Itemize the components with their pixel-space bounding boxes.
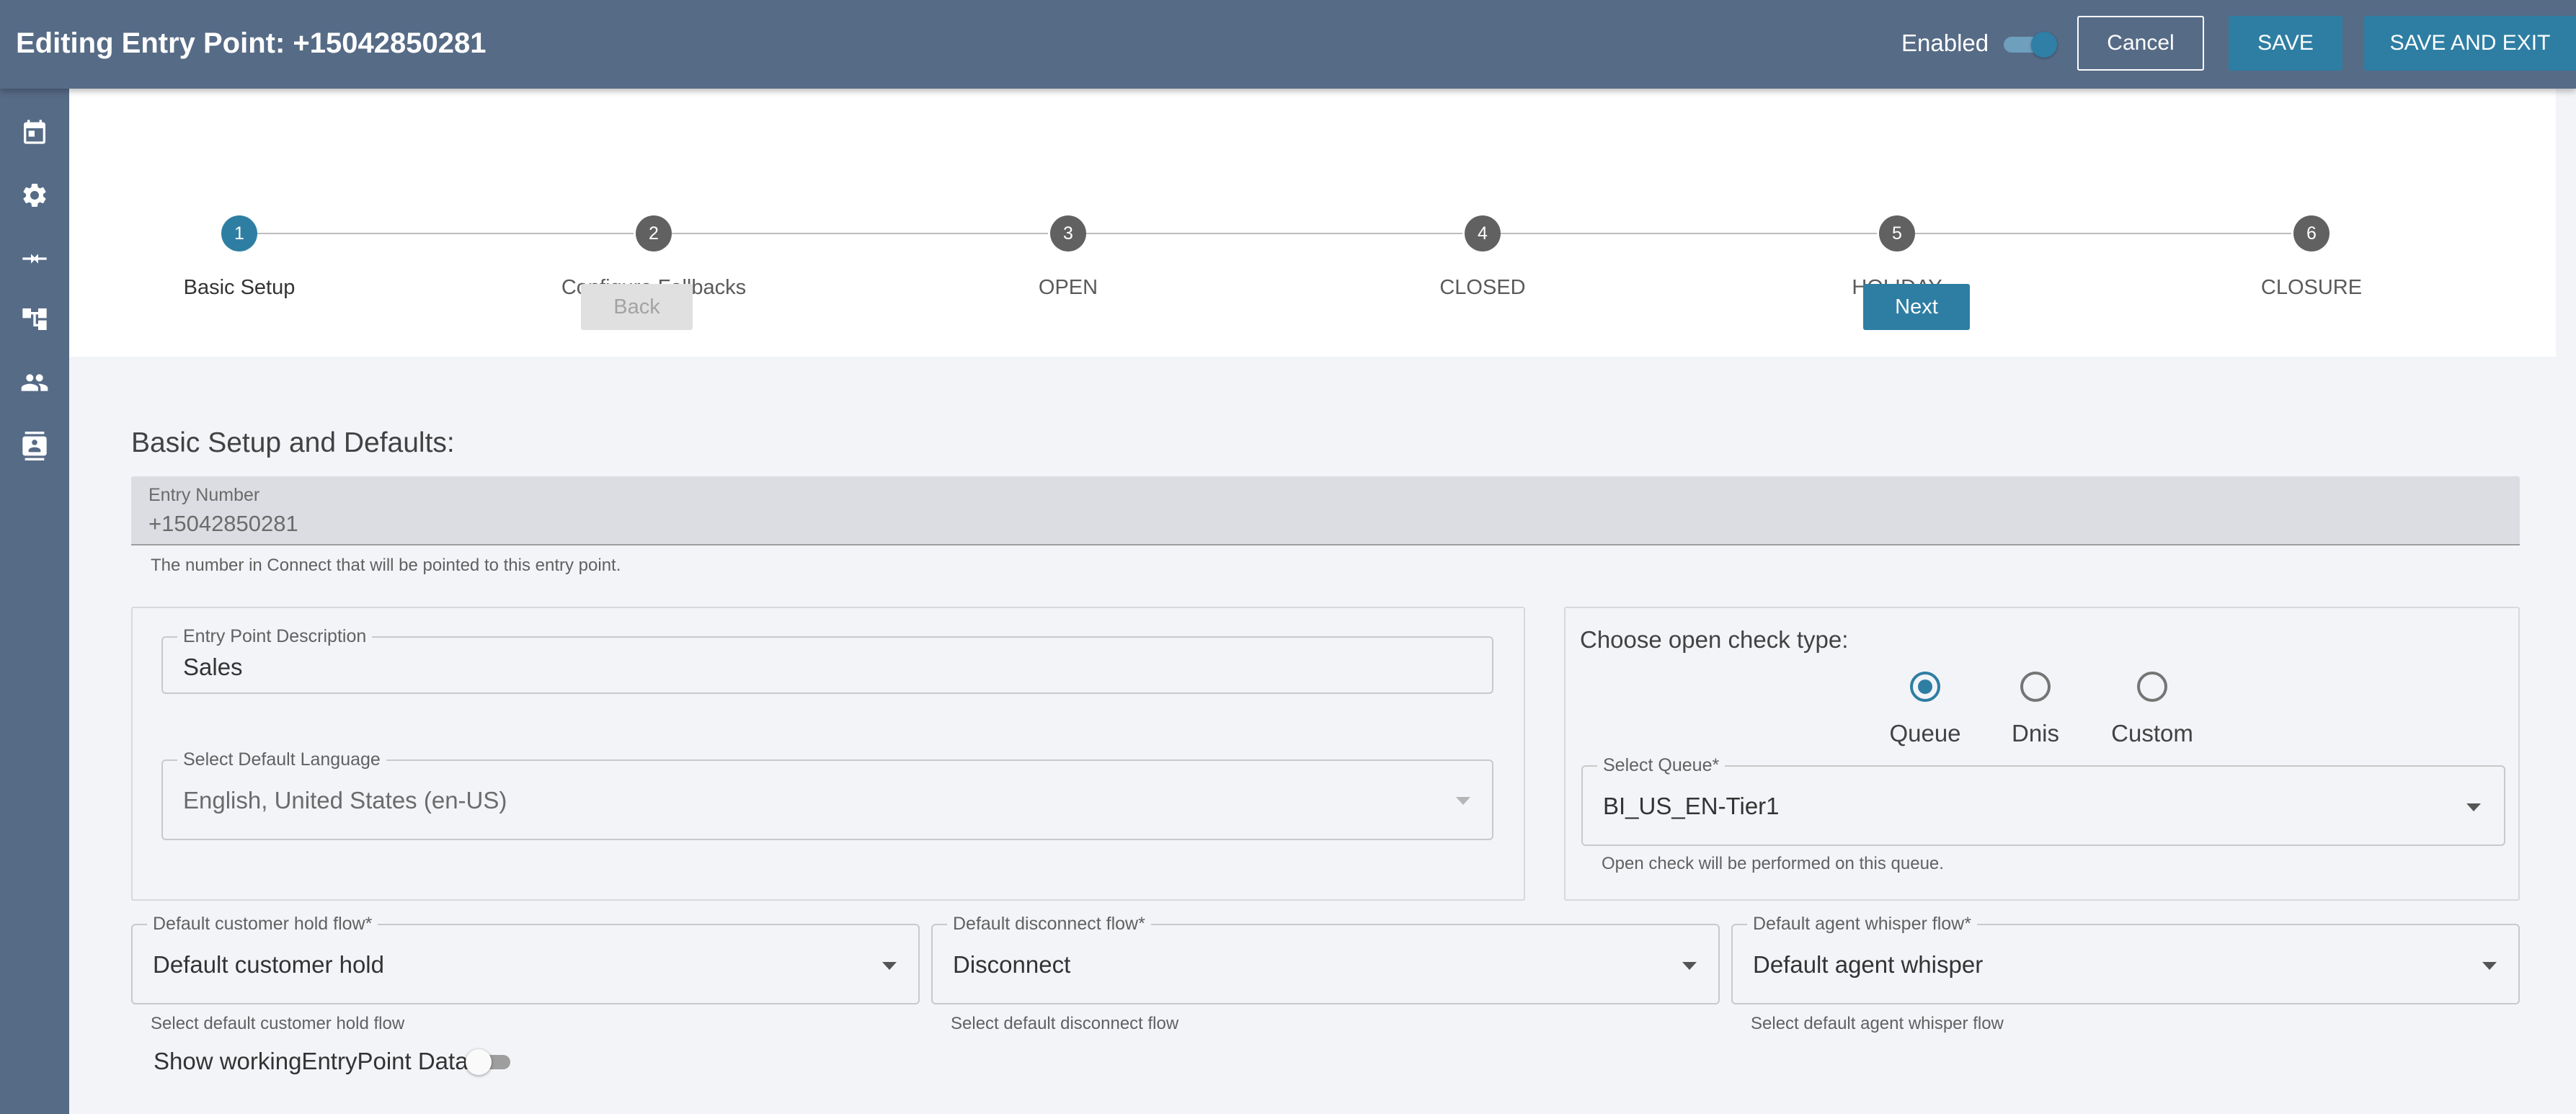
entry-number-label: Entry Number: [148, 485, 260, 505]
whisper-flow-select[interactable]: Default agent whisper flow* Default agen…: [1731, 913, 2520, 1004]
chevron-down-icon: [2482, 962, 2497, 970]
whisper-flow-helper: Select default agent whisper flow: [1751, 1014, 2004, 1033]
description-label: Entry Point Description: [177, 625, 373, 647]
queue-helper: Open check will be performed on this que…: [1602, 854, 1944, 873]
step-connector: [1914, 233, 2291, 234]
step-5-circle[interactable]: 5: [1879, 215, 1915, 251]
disconnect-flow-label: Default disconnect flow*: [947, 913, 1151, 935]
enabled-toggle[interactable]: [2004, 32, 2057, 58]
entry-number-helper: The number in Connect that will be point…: [151, 556, 621, 575]
step-connector: [1500, 233, 1877, 234]
step-6-label[interactable]: CLOSURE: [2167, 275, 2456, 300]
step-connector: [671, 233, 1048, 234]
radio-custom-label: Custom: [2111, 720, 2193, 747]
save-button[interactable]: SAVE: [2229, 16, 2342, 71]
save-and-exit-button[interactable]: SAVE AND EXIT: [2364, 16, 2576, 71]
step-connector: [1085, 233, 1462, 234]
description-input[interactable]: Entry Point Description Sales: [161, 625, 1493, 694]
chevron-down-icon: [882, 962, 897, 970]
radio-queue[interactable]: [1910, 672, 1940, 702]
calendar-icon[interactable]: [20, 117, 49, 146]
step-connector: [257, 233, 634, 234]
step-4-label[interactable]: CLOSED: [1338, 275, 1627, 300]
gear-icon[interactable]: [20, 181, 49, 210]
radio-custom[interactable]: [2137, 672, 2167, 702]
stepper-panel: 1 2 3 4 5 6 Basic Setup Configure Fallba…: [69, 89, 2556, 357]
step-1-circle[interactable]: 1: [221, 215, 257, 251]
page-title: Editing Entry Point: +15042850281: [16, 27, 487, 59]
working-toggle-label: Show workingEntryPoint Data: [154, 1048, 468, 1074]
hold-flow-label: Default customer hold flow*: [147, 913, 378, 935]
people-icon[interactable]: [20, 368, 49, 397]
step-6-circle[interactable]: 6: [2293, 215, 2329, 251]
sidebar: [0, 89, 69, 1114]
step-3-circle[interactable]: 3: [1050, 215, 1086, 251]
language-label: Select Default Language: [177, 749, 386, 770]
disconnect-flow-select[interactable]: Default disconnect flow* Disconnect: [931, 913, 1720, 1004]
chevron-down-icon: [2466, 803, 2481, 811]
queue-select[interactable]: Select Queue* BI_US_EN-Tier1: [1581, 754, 2505, 846]
hold-flow-select[interactable]: Default customer hold flow* Default cust…: [131, 913, 920, 1004]
back-button[interactable]: Back: [581, 284, 693, 330]
queue-value: BI_US_EN-Tier1: [1603, 793, 1780, 819]
contact-card-icon[interactable]: [20, 432, 49, 460]
radio-dnis[interactable]: [2020, 672, 2051, 702]
whisper-flow-value: Default agent whisper: [1753, 951, 1984, 978]
hold-flow-value: Default customer hold: [153, 951, 384, 978]
step-3-label[interactable]: OPEN: [924, 275, 1212, 300]
working-data-toggle[interactable]: [466, 1049, 512, 1075]
section-title: Basic Setup and Defaults:: [131, 427, 455, 458]
enabled-label: Enabled: [1901, 30, 1989, 56]
language-value: English, United States (en-US): [183, 787, 507, 814]
entry-number-value: +15042850281: [148, 511, 298, 536]
merge-arrows-icon[interactable]: [20, 244, 49, 273]
open-check-title: Choose open check type:: [1580, 626, 1849, 653]
whisper-flow-label: Default agent whisper flow*: [1747, 913, 1977, 935]
step-2-circle[interactable]: 2: [636, 215, 672, 251]
hierarchy-icon[interactable]: [20, 305, 49, 334]
chevron-down-icon: [1682, 962, 1697, 970]
working-toggle-knob: [466, 1049, 492, 1075]
disconnect-flow-value: Disconnect: [953, 951, 1071, 978]
cancel-button[interactable]: Cancel: [2077, 16, 2204, 71]
app-header: Editing Entry Point: +15042850281 Enable…: [0, 0, 2576, 89]
enabled-toggle-knob: [2031, 32, 2057, 58]
disconnect-flow-helper: Select default disconnect flow: [951, 1014, 1179, 1033]
chevron-down-icon: [1456, 797, 1470, 805]
entry-number-field: Entry Number +15042850281: [131, 476, 2520, 545]
queue-label: Select Queue*: [1597, 754, 1726, 776]
description-value: Sales: [183, 654, 243, 680]
hold-flow-helper: Select default customer hold flow: [151, 1014, 405, 1033]
step-1-label[interactable]: Basic Setup: [95, 275, 383, 300]
language-select[interactable]: Select Default Language English, United …: [161, 749, 1493, 840]
next-button[interactable]: Next: [1863, 284, 1970, 330]
step-4-circle[interactable]: 4: [1465, 215, 1501, 251]
